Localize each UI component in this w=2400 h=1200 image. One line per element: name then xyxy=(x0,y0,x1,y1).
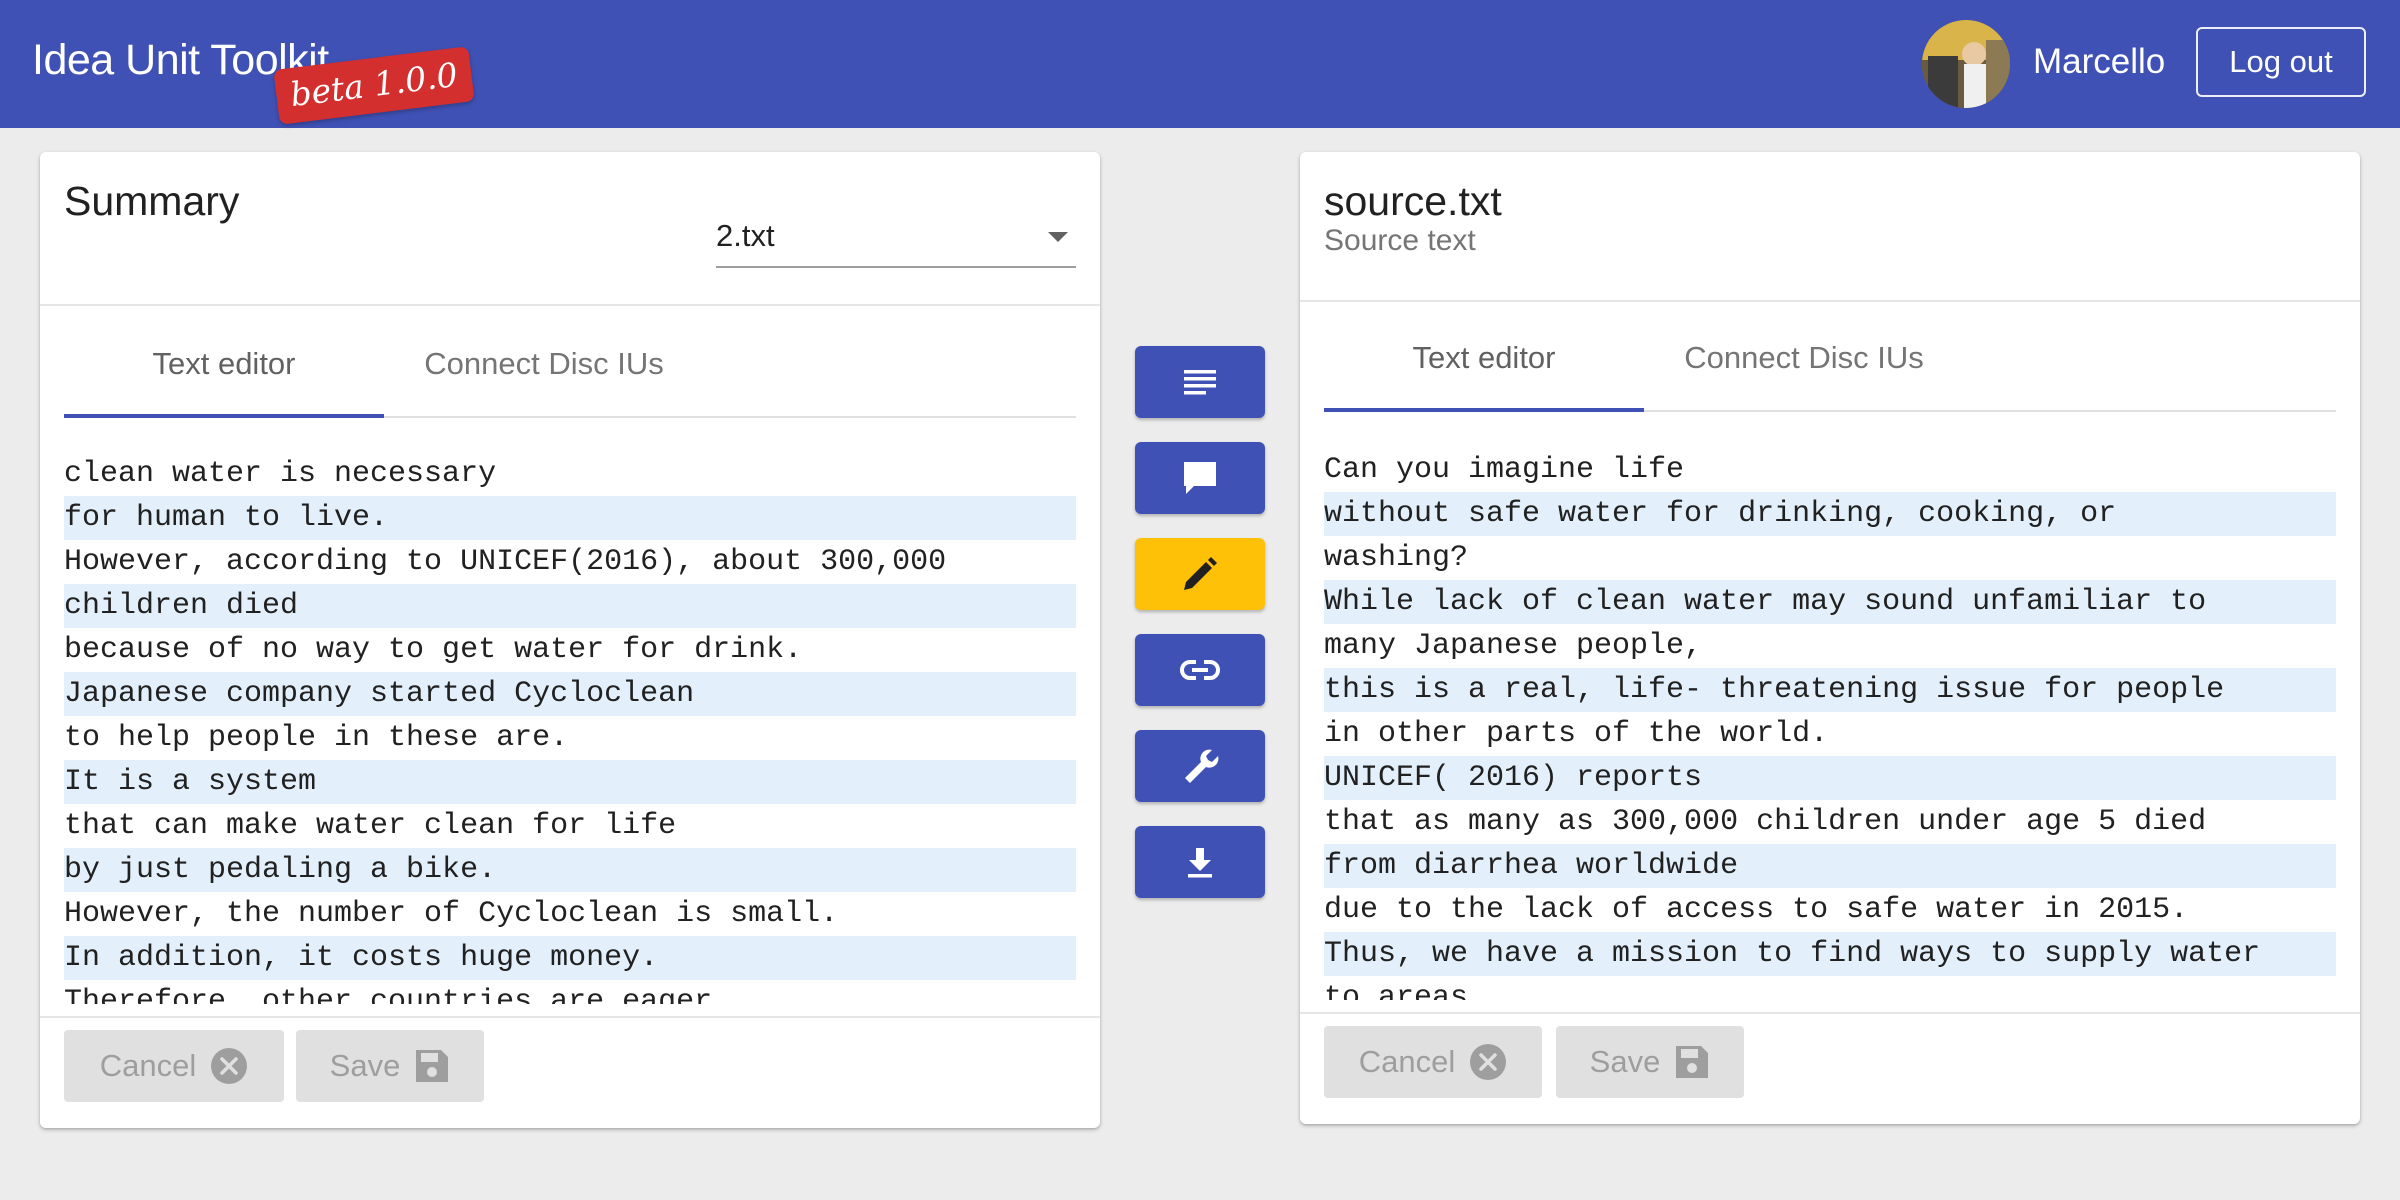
text-line[interactable]: clean water is necessary xyxy=(64,452,1076,496)
tab-connect-disc-ius[interactable]: Connect Disc IUs xyxy=(384,312,704,416)
tab-text-editor[interactable]: Text editor xyxy=(64,312,384,418)
wrench-button[interactable] xyxy=(1135,730,1265,802)
download-button[interactable] xyxy=(1135,826,1265,898)
tab-indicator xyxy=(1324,408,1644,412)
text-line[interactable]: that as many as 300,000 children under a… xyxy=(1324,800,2336,844)
username: Marcello xyxy=(2033,42,2166,81)
tab-indicator xyxy=(64,414,384,418)
text-line[interactable]: While lack of clean water may sound unfa… xyxy=(1324,580,2336,624)
text-line[interactable]: because of no way to get water for drink… xyxy=(64,628,1076,672)
text-lines-button[interactable] xyxy=(1135,346,1265,418)
text-line[interactable]: many Japanese people, xyxy=(1324,624,2336,668)
text-line[interactable]: Can you imagine life xyxy=(1324,448,2336,492)
save-label: Save xyxy=(329,1048,401,1083)
text-line[interactable]: children died xyxy=(64,584,1076,628)
footer-divider xyxy=(40,1016,1100,1018)
text-line[interactable]: Japanese company started Cycloclean xyxy=(64,672,1076,716)
text-line[interactable]: It is a system xyxy=(64,760,1076,804)
footer-divider xyxy=(1300,1012,2360,1014)
pencil-button[interactable] xyxy=(1135,538,1265,610)
text-line[interactable]: Thus, we have a mission to find ways to … xyxy=(1324,932,2336,976)
cancel-circle-icon xyxy=(211,1048,248,1084)
comment-button[interactable] xyxy=(1135,442,1265,514)
cancel-circle-icon xyxy=(1470,1044,1507,1080)
cancel-button[interactable]: Cancel xyxy=(64,1030,284,1102)
tab-bar: Text editor Connect Disc IUs xyxy=(64,312,1076,418)
text-line[interactable]: In addition, it costs huge money. xyxy=(64,936,1076,980)
text-line[interactable]: However, according to UNICEF(2016), abou… xyxy=(64,540,1076,584)
file-select-value: 2.txt xyxy=(716,218,775,253)
app-bar: Idea Unit Toolkit beta 1.0.0 Marcello Lo… xyxy=(0,0,2400,128)
wrench-icon xyxy=(1185,749,1219,783)
tab-label: Connect Disc IUs xyxy=(1684,340,1924,375)
header-divider xyxy=(1300,300,2360,302)
text-line[interactable]: this is a real, life- threatening issue … xyxy=(1324,668,2336,712)
text-line[interactable]: in other parts of the world. xyxy=(1324,712,2336,756)
tab-label: Text editor xyxy=(152,346,296,381)
tab-text-editor[interactable]: Text editor xyxy=(1324,306,1644,412)
text-line[interactable]: by just pedaling a bike. xyxy=(64,848,1076,892)
header-divider xyxy=(40,304,1100,306)
tab-connect-disc-ius[interactable]: Connect Disc IUs xyxy=(1644,306,1964,410)
text-line[interactable]: from diarrhea worldwide xyxy=(1324,844,2336,888)
cancel-label: Cancel xyxy=(99,1048,197,1083)
panel-title: Summary xyxy=(64,178,240,224)
text-line[interactable]: washing? xyxy=(1324,536,2336,580)
pencil-icon xyxy=(1184,557,1217,590)
logout-button[interactable]: Log out xyxy=(2196,27,2366,97)
save-button[interactable]: Save xyxy=(296,1030,484,1102)
save-button[interactable]: Save xyxy=(1556,1026,1744,1098)
avatar-photo xyxy=(1922,20,2010,108)
text-line[interactable]: that can make water clean for life xyxy=(64,804,1076,848)
text-line[interactable]: without safe water for drinking, cooking… xyxy=(1324,492,2336,536)
text-line[interactable]: for human to live. xyxy=(64,496,1076,540)
save-label: Save xyxy=(1589,1044,1661,1079)
cancel-label: Cancel xyxy=(1358,1044,1456,1079)
floppy-disk-icon xyxy=(1676,1046,1709,1078)
link-button[interactable] xyxy=(1135,634,1265,706)
chevron-down-icon xyxy=(1048,232,1068,242)
link-icon xyxy=(1180,660,1220,680)
text-line[interactable]: UNICEF( 2016) reports xyxy=(1324,756,2336,800)
avatar[interactable] xyxy=(1922,20,2010,108)
download-icon xyxy=(1188,848,1212,878)
text-line[interactable]: However, the number of Cycloclean is sma… xyxy=(64,892,1076,936)
source-text-editor[interactable]: Can you imagine life without safe water f… xyxy=(1324,448,2336,1000)
summary-panel: Summary 2.txt Text editor Connect Disc I… xyxy=(40,152,1100,1128)
cancel-button[interactable]: Cancel xyxy=(1324,1026,1542,1098)
comment-icon xyxy=(1184,462,1216,494)
source-panel: source.txt Source text Text editor Conne… xyxy=(1300,152,2360,1124)
summary-text-editor[interactable]: clean water is necessary for human to liv… xyxy=(64,452,1076,1004)
text-lines-icon xyxy=(1184,370,1216,395)
panel-subtitle: Source text xyxy=(1324,224,1476,257)
text-line[interactable]: Therefore, other countries are eager xyxy=(64,980,1076,1004)
tab-label: Text editor xyxy=(1412,340,1556,375)
text-line[interactable]: to help people in these are. xyxy=(64,716,1076,760)
tab-label: Connect Disc IUs xyxy=(424,346,664,381)
text-line[interactable]: to areas xyxy=(1324,976,2336,1000)
text-line[interactable]: due to the lack of access to safe water … xyxy=(1324,888,2336,932)
tab-bar: Text editor Connect Disc IUs xyxy=(1324,306,2336,412)
file-select[interactable]: 2.txt xyxy=(716,208,1076,268)
panel-title: source.txt xyxy=(1324,178,1502,224)
floppy-disk-icon xyxy=(416,1050,449,1082)
